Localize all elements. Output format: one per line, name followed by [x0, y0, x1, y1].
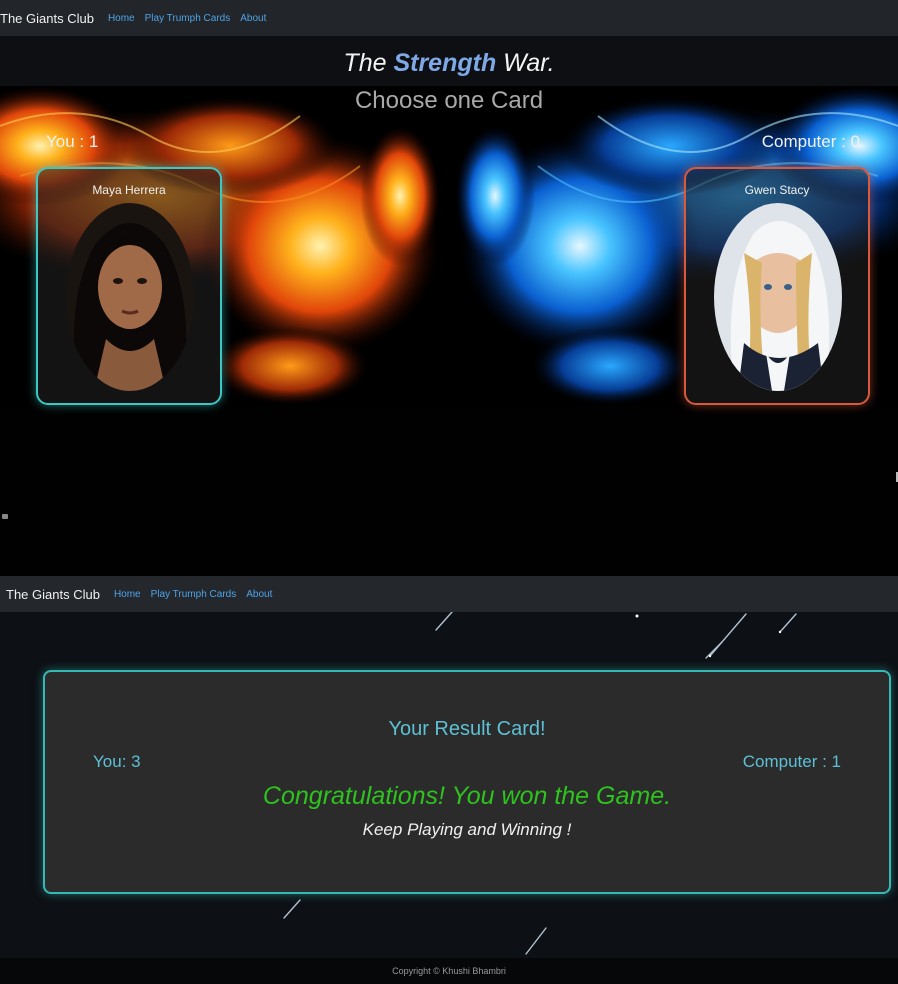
player-card[interactable]: Maya Herrera — [36, 167, 222, 405]
footer-copyright: Copyright © Khushi Bhambri — [0, 958, 898, 984]
nav-link-about[interactable]: About — [246, 589, 272, 600]
navbar: The Giants Club Home Play Trumph Cards A… — [0, 576, 898, 612]
player-portrait-image — [66, 203, 194, 391]
player-card-name: Maya Herrera — [92, 183, 166, 197]
computer-score: Computer : 0 — [761, 132, 860, 151]
result-computer-score: Computer : 1 — [742, 752, 841, 771]
choose-card-heading: Choose one Card — [354, 87, 544, 114]
page-title: The Strength War. — [0, 49, 898, 78]
title-part2: War. — [496, 49, 555, 77]
result-screen: The Giants Club Home Play Trumph Cards A… — [0, 576, 898, 984]
result-player-score: You: 3 — [93, 752, 141, 771]
computer-card-name: Gwen Stacy — [744, 183, 810, 197]
computer-card: Gwen Stacy — [684, 167, 870, 405]
game-screen: The Giants Club Home Play Trumph Cards A… — [0, 0, 898, 576]
result-card: Your Result Card! You: 3 Computer : 1 Co… — [43, 670, 891, 894]
brand[interactable]: The Giants Club — [0, 11, 94, 26]
nav-link-play[interactable]: Play Trumph Cards — [151, 589, 237, 600]
computer-portrait-image — [714, 203, 842, 391]
player-score: You : 1 — [46, 132, 99, 151]
navbar: The Giants Club Home Play Trumph Cards A… — [0, 0, 898, 36]
win-message: Congratulations! You won the Game. — [262, 782, 672, 810]
nav-link-play[interactable]: Play Trumph Cards — [145, 13, 231, 24]
title-part1: The — [343, 49, 394, 77]
nav-link-home[interactable]: Home — [114, 589, 141, 600]
scroll-marker — [2, 514, 8, 519]
brand[interactable]: The Giants Club — [6, 587, 100, 602]
nav-link-about[interactable]: About — [240, 13, 266, 24]
result-title: Your Result Card! — [388, 718, 546, 740]
nav-link-home[interactable]: Home — [108, 13, 135, 24]
keep-playing-message: Keep Playing and Winning ! — [362, 820, 572, 839]
title-highlight: Strength — [393, 49, 497, 77]
